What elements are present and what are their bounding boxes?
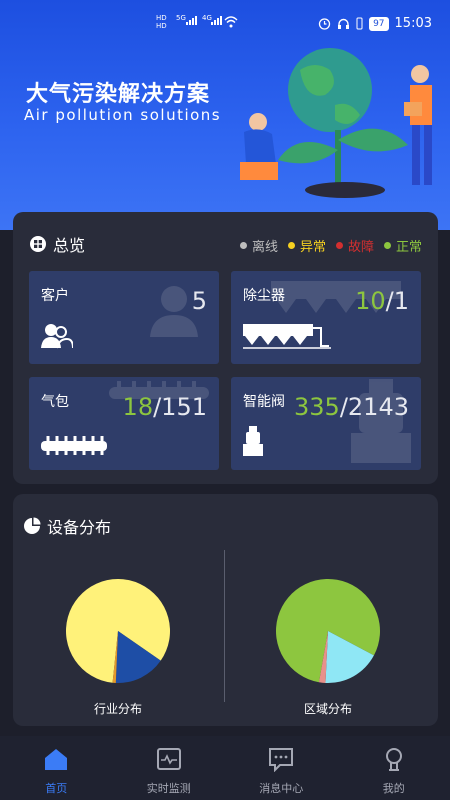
- legend-label: 异常: [299, 240, 326, 255]
- dust-collector-icon: [243, 324, 331, 349]
- legend-fault: 故障: [335, 236, 374, 255]
- network-badges: HD HD: [156, 14, 167, 30]
- tab-messages[interactable]: 消息中心: [225, 736, 338, 800]
- smart-valve-icon: [243, 426, 263, 456]
- smart-valve-count: 335/2143: [294, 393, 409, 421]
- tile-label: 智能阀: [243, 394, 285, 410]
- legend-label: 离线: [251, 240, 278, 255]
- tile-label: 客户: [41, 288, 69, 304]
- tab-label: 我的: [382, 782, 405, 795]
- banner-subtitle: Air pollution solutions: [24, 106, 222, 124]
- clock-time: 15:03: [394, 16, 432, 31]
- distribution-header: 设备分布: [23, 514, 111, 538]
- customer-icon: [41, 324, 73, 349]
- tile-label: 气包: [41, 394, 69, 410]
- tile-air-bag[interactable]: 气包 18/151: [29, 377, 219, 470]
- airbag-active: 18: [122, 393, 154, 421]
- overview-title: 总览: [53, 236, 86, 255]
- tab-profile[interactable]: 我的: [338, 736, 450, 800]
- legend-dot: [287, 242, 295, 249]
- legend-dot: [383, 242, 391, 249]
- tab-label: 消息中心: [259, 782, 304, 795]
- bottom-tab-bar: 首页 实时监测 消息中心 我的: [0, 736, 450, 800]
- profile-icon: [385, 748, 402, 771]
- dust-total: /1: [385, 287, 409, 315]
- customers-count: 5: [191, 287, 207, 315]
- status-bar: HD HD 5G 4G 97 15:03: [0, 0, 450, 48]
- alarm-icon: [318, 18, 331, 30]
- tab-monitor[interactable]: 实时监测: [113, 736, 226, 800]
- region-pie-chart: [276, 579, 380, 683]
- battery-level: 97: [369, 16, 389, 31]
- tab-home[interactable]: 首页: [0, 736, 113, 800]
- tile-customers[interactable]: 客户 5: [29, 271, 219, 364]
- banner-title: 大气污染解决方案: [26, 81, 211, 106]
- status-legend: 离线 异常 故障 正常: [239, 236, 422, 255]
- dust-collector-count: 10/1: [355, 287, 409, 315]
- legend-dot: [239, 242, 247, 249]
- air-bag-icon: [41, 436, 107, 455]
- wifi-icon: [224, 16, 238, 28]
- legend-dot: [335, 242, 343, 249]
- tile-dust-collector[interactable]: 除尘器 10/1: [231, 271, 421, 364]
- tile-label: 除尘器: [243, 288, 285, 304]
- air-bag-count: 18/151: [123, 393, 207, 421]
- home-icon: [45, 749, 68, 770]
- legend-abnormal: 异常: [287, 236, 326, 255]
- overview-card: 总览 离线 异常 故障 正常 客户 5 除尘器 10/1 气包 18/151 智…: [13, 212, 438, 484]
- message-icon: [269, 748, 294, 772]
- legend-normal: 正常: [383, 236, 422, 255]
- vibrate-icon: [356, 17, 363, 30]
- chart-divider: [224, 550, 225, 702]
- industry-chart-label: 行业分布: [93, 702, 142, 716]
- signal-icon-2: [211, 16, 222, 25]
- dust-active: 10: [355, 287, 386, 315]
- tile-smart-valve[interactable]: 智能阀 335/2143: [231, 377, 421, 470]
- legend-offline: 离线: [239, 236, 278, 255]
- signal-icon: [186, 16, 197, 25]
- grid-icon: [30, 236, 46, 252]
- legend-label: 正常: [395, 240, 422, 255]
- distribution-title: 设备分布: [47, 518, 112, 537]
- distribution-card: 设备分布 行业分布 区域分布: [13, 494, 438, 726]
- hd-badge-1: HD: [156, 14, 167, 22]
- headphones-icon: [338, 18, 350, 29]
- pie-chart-icon: [24, 517, 41, 534]
- monitor-icon: [156, 748, 181, 770]
- overview-header: 总览: [29, 232, 85, 256]
- region-chart-label: 区域分布: [303, 702, 352, 716]
- valve-total: /2143: [339, 393, 409, 421]
- hd-badge-2: HD: [156, 22, 167, 30]
- plant-globe-illustration: [240, 48, 432, 198]
- legend-label: 故障: [347, 240, 374, 255]
- valve-active: 335: [294, 393, 340, 421]
- network-5g-label: 5G: [176, 14, 186, 22]
- tab-label: 首页: [45, 782, 68, 795]
- airbag-total: /151: [153, 393, 207, 421]
- tab-label: 实时监测: [146, 782, 191, 795]
- industry-pie-chart: [66, 579, 170, 683]
